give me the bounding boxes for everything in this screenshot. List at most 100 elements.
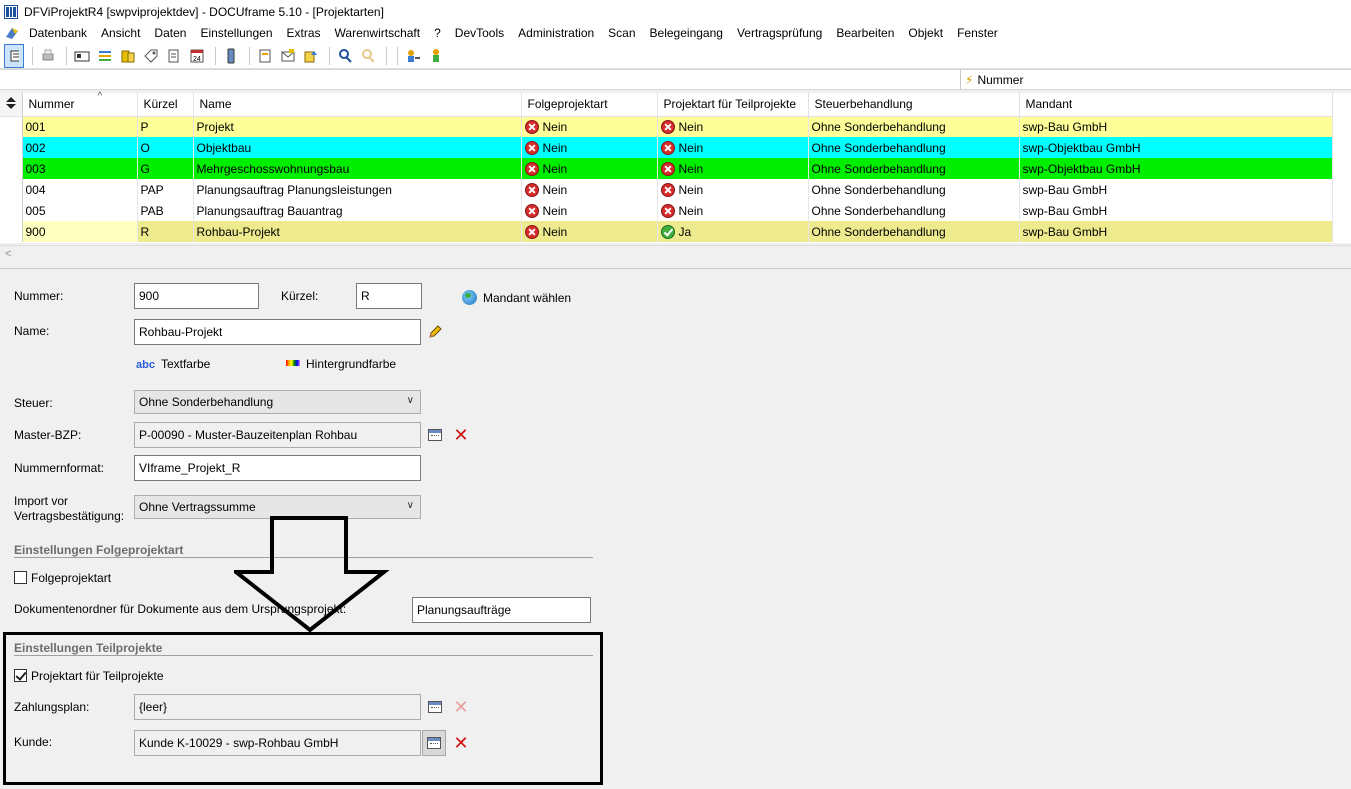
- cell-steuerbehandlung[interactable]: Ohne Sonderbehandlung: [808, 221, 1020, 242]
- calendar-picker-icon[interactable]: [426, 426, 444, 444]
- cell-steuerbehandlung[interactable]: Ohne Sonderbehandlung: [808, 158, 1020, 179]
- cell-name[interactable]: Mehrgeschosswohnungsbau: [193, 158, 522, 179]
- folder-icon[interactable]: [118, 46, 138, 66]
- cell-name[interactable]: Rohbau-Projekt: [193, 221, 522, 242]
- cell-steuerbehandlung[interactable]: Ohne Sonderbehandlung: [808, 200, 1020, 221]
- print-icon[interactable]: [38, 46, 58, 66]
- horizontal-scrollbar[interactable]: <: [0, 245, 1351, 263]
- cell-nummer[interactable]: 002: [22, 137, 138, 158]
- cell-name[interactable]: Planungsauftrag Bauantrag: [193, 200, 522, 221]
- cell-nummer[interactable]: 005: [22, 200, 138, 221]
- menu-item-daten[interactable]: Daten: [147, 23, 193, 43]
- column-header-mandant[interactable]: Mandant: [1019, 93, 1333, 117]
- table-row[interactable]: 002 O Objektbau Nein Nein Ohne Sonderbeh…: [0, 137, 1333, 158]
- documents-icon[interactable]: [164, 46, 184, 66]
- table-row[interactable]: 001 P Projekt Nein Nein Ohne Sonderbehan…: [0, 116, 1333, 137]
- calendar-icon[interactable]: 24: [187, 46, 207, 66]
- edit-pencil-icon[interactable]: [426, 323, 444, 341]
- menu-item-objekt[interactable]: Objekt: [901, 23, 950, 43]
- table-row[interactable]: 004 PAP Planungsauftrag Planungsleistung…: [0, 179, 1333, 200]
- column-chooser-button[interactable]: [0, 93, 23, 117]
- menu-item-extras[interactable]: Extras: [280, 23, 328, 43]
- tag-icon[interactable]: [141, 46, 161, 66]
- cell-mandant[interactable]: swp-Objektbau GmbH: [1019, 158, 1333, 179]
- search-disabled-icon[interactable]: [358, 46, 378, 66]
- kuerzel-input[interactable]: R: [356, 283, 422, 309]
- column-header-kuerzel[interactable]: Kürzel: [137, 93, 194, 117]
- menu-item-scan[interactable]: Scan: [601, 23, 642, 43]
- menu-item-devtools[interactable]: DevTools: [448, 23, 511, 43]
- cell-nummer[interactable]: 003: [22, 158, 138, 179]
- menu-item-bearbeiten[interactable]: Bearbeiten: [829, 23, 901, 43]
- name-input[interactable]: Rohbau-Projekt: [134, 319, 421, 345]
- card-icon[interactable]: [72, 46, 92, 66]
- nummer-input[interactable]: 900: [134, 283, 259, 309]
- cell-folgeprojektart[interactable]: Nein: [521, 116, 658, 137]
- folgeprojektart-checkbox[interactable]: [14, 571, 27, 584]
- cell-name[interactable]: Objektbau: [193, 137, 522, 158]
- cell-mandant[interactable]: swp-Bau GmbH: [1019, 179, 1333, 200]
- menu-item-belegeingang[interactable]: Belegeingang: [643, 23, 730, 43]
- cell-kuerzel[interactable]: G: [137, 158, 194, 179]
- cell-kuerzel[interactable]: PAB: [137, 200, 194, 221]
- menu-item-datenbank[interactable]: Datenbank: [22, 23, 94, 43]
- menu-item-ansicht[interactable]: Ansicht: [94, 23, 147, 43]
- nummernformat-input[interactable]: VIframe_Projekt_R: [134, 455, 421, 481]
- cell-teilprojekte[interactable]: Nein: [657, 116, 809, 137]
- note-icon[interactable]: [255, 46, 275, 66]
- column-header-steuerbehandlung[interactable]: Steuerbehandlung: [808, 93, 1020, 117]
- cell-teilprojekte[interactable]: Nein: [657, 158, 809, 179]
- cell-teilprojekte[interactable]: Ja: [657, 221, 809, 242]
- list-color-icon[interactable]: [95, 46, 115, 66]
- menu-app-icon[interactable]: [4, 25, 20, 41]
- table-row[interactable]: 005 PAB Planungsauftrag Bauantrag Nein N…: [0, 200, 1333, 221]
- phone-icon[interactable]: [221, 46, 241, 66]
- column-header-name[interactable]: Name: [193, 93, 522, 117]
- menu-item-warenwirtschaft[interactable]: Warenwirtschaft: [328, 23, 428, 43]
- menu-item-help[interactable]: ?: [427, 23, 448, 43]
- cell-nummer[interactable]: 001: [22, 116, 138, 137]
- column-header-teilprojekte[interactable]: Projektart für Teilprojekte: [657, 93, 809, 117]
- cell-folgeprojektart[interactable]: Nein: [521, 158, 658, 179]
- table-row-selected[interactable]: 900 R Rohbau-Projekt Nein Ja Ohne Sonder…: [0, 221, 1333, 242]
- detail-view-icon[interactable]: [4, 43, 24, 68]
- clear-x-icon[interactable]: ✕: [452, 426, 470, 444]
- cell-folgeprojektart[interactable]: Nein: [521, 137, 658, 158]
- cell-kuerzel[interactable]: O: [137, 137, 194, 158]
- search-icon[interactable]: [335, 46, 355, 66]
- table-row[interactable]: 003 G Mehrgeschosswohnungsbau Nein Nein …: [0, 158, 1333, 179]
- scroll-left-icon[interactable]: <: [5, 248, 11, 260]
- dokumentenordner-input[interactable]: Planungsaufträge: [412, 597, 591, 623]
- steuer-select[interactable]: Ohne Sonderbehandlung ∨: [134, 390, 421, 414]
- person-tool-icon[interactable]: [403, 46, 423, 66]
- cell-steuerbehandlung[interactable]: Ohne Sonderbehandlung: [808, 116, 1020, 137]
- person-run-icon[interactable]: [426, 46, 446, 66]
- cell-kuerzel[interactable]: P: [137, 116, 194, 137]
- cell-folgeprojektart[interactable]: Nein: [521, 221, 658, 242]
- cell-name[interactable]: Projekt: [193, 116, 522, 137]
- cell-name[interactable]: Planungsauftrag Planungsleistungen: [193, 179, 522, 200]
- column-header-nummer[interactable]: ^ Nummer: [22, 91, 138, 117]
- cell-mandant[interactable]: swp-Bau GmbH: [1019, 116, 1333, 137]
- cell-kuerzel[interactable]: PAP: [137, 179, 194, 200]
- menu-item-fenster[interactable]: Fenster: [950, 23, 1005, 43]
- cell-folgeprojektart[interactable]: Nein: [521, 200, 658, 221]
- cell-mandant[interactable]: swp-Bau GmbH: [1019, 200, 1333, 221]
- group-by-field[interactable]: ⚡ Nummer: [960, 70, 1351, 90]
- cell-teilprojekte[interactable]: Nein: [657, 137, 809, 158]
- cell-steuerbehandlung[interactable]: Ohne Sonderbehandlung: [808, 137, 1020, 158]
- cell-nummer[interactable]: 004: [22, 179, 138, 200]
- menu-item-vertragspruefung[interactable]: Vertragsprüfung: [730, 23, 829, 43]
- cell-folgeprojektart[interactable]: Nein: [521, 179, 658, 200]
- menu-item-einstellungen[interactable]: Einstellungen: [193, 23, 279, 43]
- menu-item-administration[interactable]: Administration: [511, 23, 601, 43]
- mandant-waehlen-button[interactable]: Mandant wählen: [462, 290, 571, 305]
- folgeprojektart-checkbox-label[interactable]: Folgeprojektart: [31, 571, 111, 585]
- cell-mandant[interactable]: swp-Bau GmbH: [1019, 221, 1333, 242]
- hintergrundfarbe-button[interactable]: Hintergrundfarbe: [286, 357, 396, 371]
- master-bzp-input[interactable]: P-00090 - Muster-Bauzeitenplan Rohbau: [134, 422, 421, 448]
- cell-mandant[interactable]: swp-Objektbau GmbH: [1019, 137, 1333, 158]
- textfarbe-button[interactable]: abc Textfarbe: [136, 357, 210, 372]
- column-header-folgeprojektart[interactable]: Folgeprojektart: [521, 93, 658, 117]
- cell-kuerzel[interactable]: R: [137, 221, 194, 242]
